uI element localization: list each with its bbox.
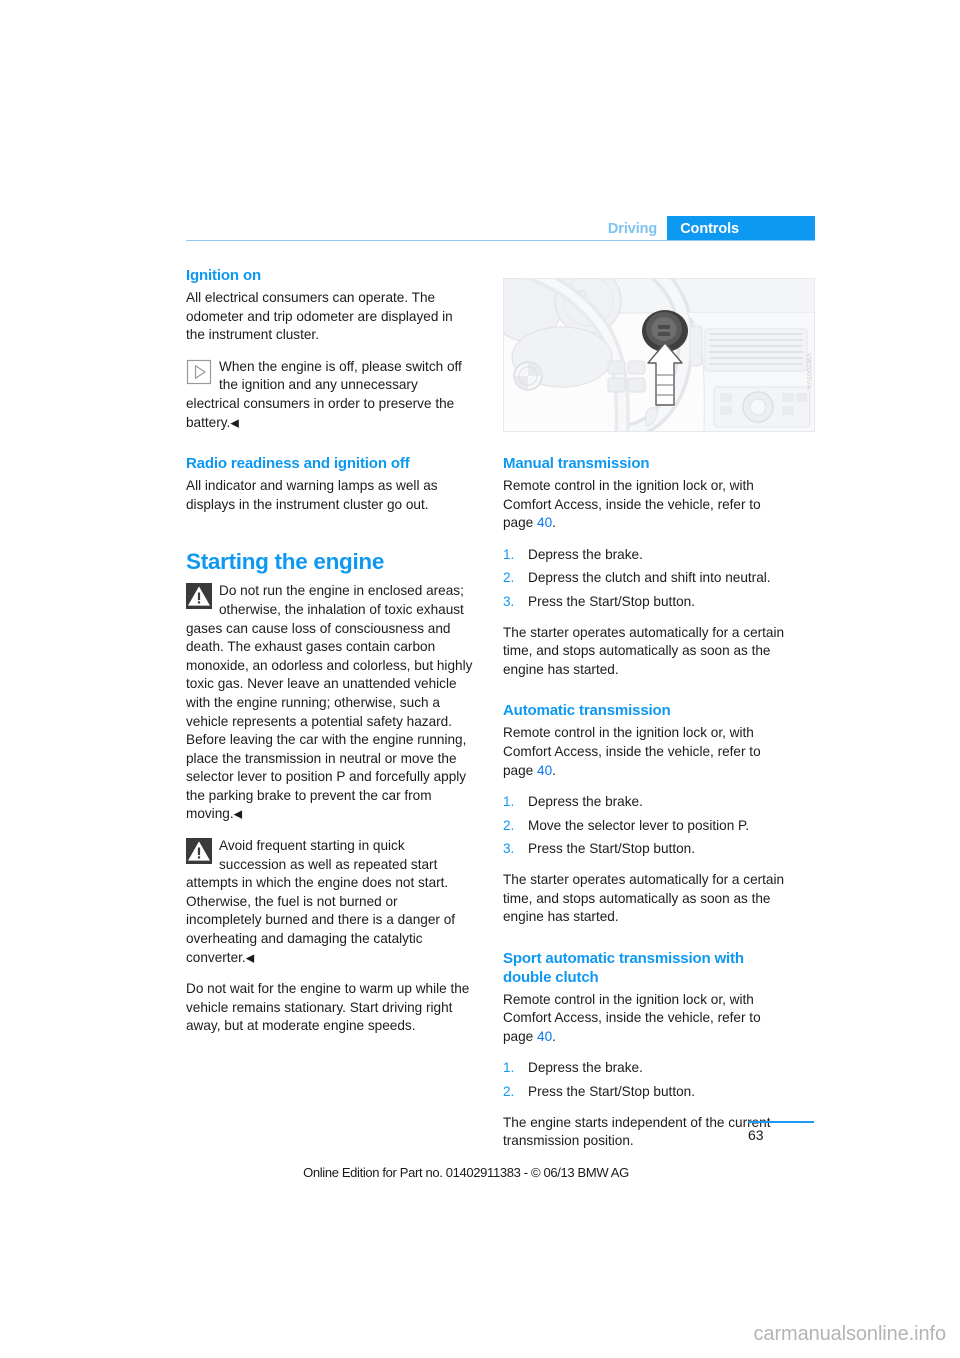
page-header: Driving Controls — [186, 216, 815, 240]
step-number: 2. — [503, 817, 515, 833]
paragraph-sport-intro: Remote control in the ignition lock or, … — [503, 991, 761, 1044]
list-item: 1. Depress the brake. — [503, 793, 791, 812]
warning-triangle-icon — [186, 583, 212, 610]
paragraph-ignition-on: All electrical consumers can operate. Th… — [186, 290, 453, 343]
manual-page: Driving Controls Ignition on All electri… — [0, 0, 960, 1358]
ignition-lock-illustration: VW2005VA — [503, 278, 815, 432]
list-item: 3. Press the Start/Stop button. — [503, 593, 791, 612]
page-number: 63 — [748, 1127, 764, 1143]
list-item: 2. Depress the clutch and shift into neut… — [503, 569, 791, 588]
list-item: 1. Depress the brake. — [503, 546, 791, 565]
site-watermark: carmanualsonline.info — [753, 1323, 947, 1345]
step-number: 1. — [503, 546, 515, 562]
steps-automatic-transmission: 1. Depress the brake. 2. Move the selector… — [503, 793, 791, 859]
step-number: 3. — [503, 841, 515, 857]
end-mark: ◀ — [245, 952, 255, 965]
warning-enclosed-areas-text: Do not run the engine in enclosed areas;… — [186, 583, 473, 822]
steps-manual-transmission: 1. Depress the brake. 2. Depress the clutc… — [503, 546, 791, 612]
heading-radio-readiness: Radio readiness and ignition off — [186, 455, 410, 473]
edition-footer: Online Edition for Part no. 01402911383 … — [303, 1165, 629, 1180]
step-number: 2. — [503, 1084, 515, 1100]
step-number: 3. — [503, 593, 515, 609]
page-number-divider — [748, 1121, 814, 1123]
figure-reference-code: VW2005VA — [805, 353, 812, 390]
heading-automatic-transmission: Automatic transmission — [503, 702, 671, 720]
paragraph-automatic-outro: The starter operates automatically for a… — [503, 871, 785, 925]
header-tabs: Driving Controls — [598, 216, 815, 240]
step-text: Depress the clutch and shift into neutra… — [528, 570, 771, 586]
paragraph-warm-up: Do not wait for the engine to warm up wh… — [186, 981, 470, 1034]
heading-starting-the-engine: Starting the engine — [186, 549, 385, 575]
play-triangle-icon — [186, 359, 212, 385]
step-number: 2. — [503, 570, 515, 586]
step-text: Depress the brake. — [528, 546, 643, 562]
warning-triangle-icon — [186, 838, 212, 865]
heading-manual-transmission: Manual transmission — [503, 455, 650, 472]
note-ignition-off: When the engine is off, please switch of… — [186, 358, 474, 432]
header-divider — [186, 240, 815, 241]
right-column: Manual transmission Remote control in th… — [503, 454, 791, 1151]
paragraph-manual-outro: The starter operates automatically for a… — [503, 624, 785, 677]
list-item: 2. Press the Start/Stop button. — [503, 1083, 791, 1102]
list-item: 3. Press the Start/Stop button. — [503, 840, 791, 859]
step-text: Press the Start/Stop button. — [528, 841, 695, 857]
paragraph-radio-readiness: All indicator and warning lamps as well … — [186, 478, 438, 512]
list-item: 1. Depress the brake. — [503, 1059, 791, 1078]
step-text: Press the Start/Stop button. — [528, 1084, 695, 1100]
tab-driving[interactable]: Driving — [598, 216, 667, 240]
warning-frequent-starting-text: Avoid frequent starting in quick success… — [186, 838, 456, 965]
page-reference-link[interactable]: 40 — [537, 763, 552, 778]
list-item: 2. Move the selector lever to position P. — [503, 817, 791, 836]
end-mark: ◀ — [233, 808, 243, 821]
step-number: 1. — [503, 1060, 515, 1076]
heading-ignition-on: Ignition on — [186, 267, 261, 284]
end-mark: ◀ — [230, 417, 239, 430]
step-number: 1. — [503, 794, 515, 810]
paragraph-automatic-intro: Remote control in the ignition lock or, … — [503, 725, 761, 778]
warning-frequent-starting: Avoid frequent starting in quick success… — [186, 837, 474, 967]
step-text: Move the selector lever to position P. — [528, 817, 750, 833]
note-ignition-off-text: When the engine is off, please switch of… — [186, 358, 462, 430]
page-reference-link[interactable]: 40 — [537, 515, 552, 530]
heading-sport-automatic-transmission: Sport automatic transmission with double… — [503, 949, 744, 986]
step-text: Press the Start/Stop button. — [528, 593, 695, 609]
steps-sport-transmission: 1. Depress the brake. 2. Press the Start/S… — [503, 1059, 791, 1101]
warning-enclosed-areas: Do not run the engine in enclosed areas;… — [186, 582, 474, 824]
tab-controls[interactable]: Controls — [667, 216, 815, 240]
page-reference-link[interactable]: 40 — [537, 1029, 552, 1044]
illustration-graphic — [504, 279, 814, 431]
left-column: Ignition on All electrical consumers can… — [186, 266, 474, 1036]
step-text: Depress the brake. — [528, 794, 643, 810]
step-text: Depress the brake. — [528, 1060, 643, 1076]
paragraph-manual-intro: Remote control in the ignition lock or, … — [503, 478, 761, 531]
